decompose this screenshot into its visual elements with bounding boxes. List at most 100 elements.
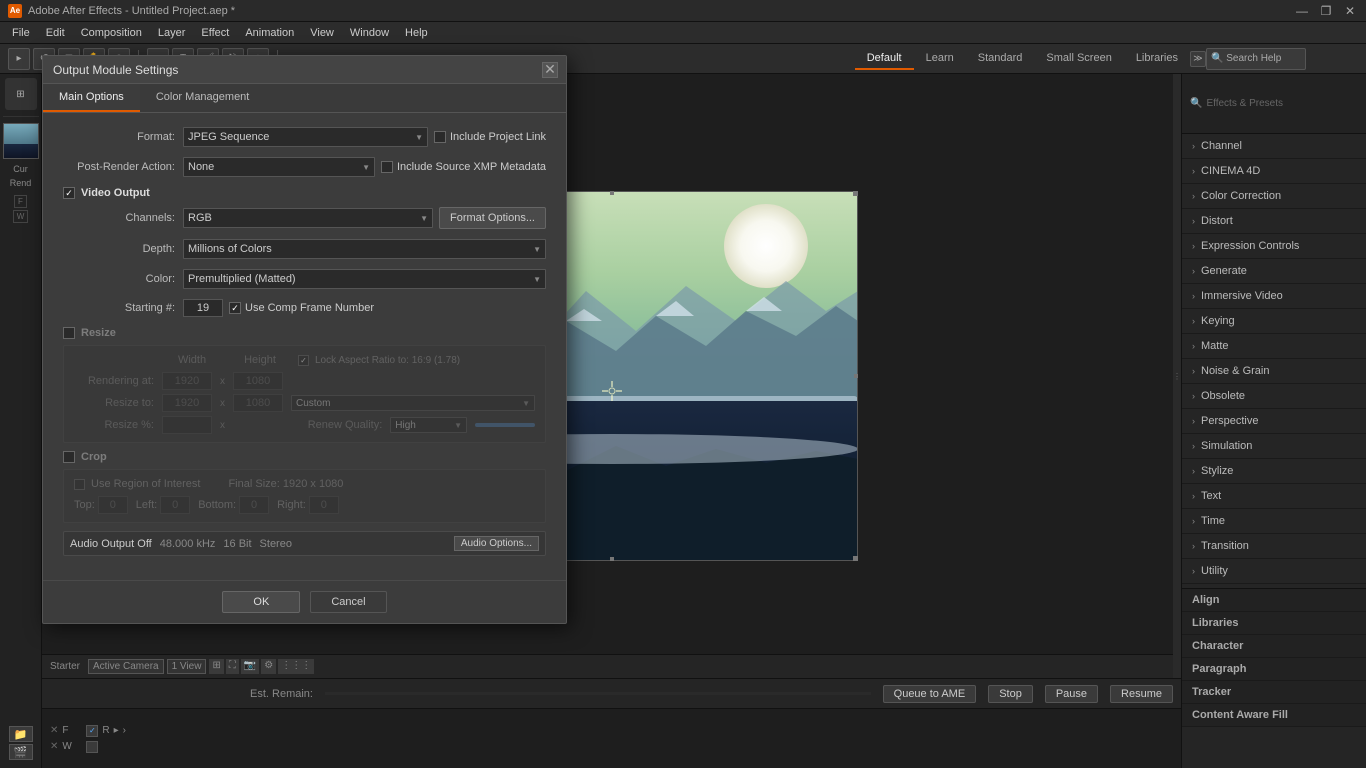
pause-btn[interactable]: Pause bbox=[1045, 685, 1098, 703]
rendering-h-input[interactable] bbox=[233, 372, 283, 390]
more-icon[interactable]: ⋮⋮⋮ bbox=[278, 659, 314, 674]
workspace-more-btn[interactable]: ≫ bbox=[1190, 51, 1206, 67]
menu-layer[interactable]: Layer bbox=[150, 25, 194, 41]
resize-to-h-input[interactable] bbox=[233, 394, 283, 412]
menu-edit[interactable]: Edit bbox=[38, 25, 73, 41]
starting-hash-input[interactable] bbox=[183, 299, 223, 317]
section-content-aware[interactable]: Content Aware Fill bbox=[1182, 704, 1366, 727]
resume-btn[interactable]: Resume bbox=[1110, 685, 1173, 703]
effect-utility[interactable]: › Utility bbox=[1182, 559, 1366, 584]
camera-icon[interactable]: 📷 bbox=[241, 659, 259, 674]
effect-noise[interactable]: › Noise & Grain bbox=[1182, 359, 1366, 384]
depth-select[interactable]: Millions of Colors ▼ bbox=[183, 239, 546, 259]
effect-simulation[interactable]: › Simulation bbox=[1182, 434, 1366, 459]
include-xmp-checkbox[interactable] bbox=[381, 161, 393, 173]
view-btn[interactable]: 1 View bbox=[167, 659, 207, 674]
section-align[interactable]: Align bbox=[1182, 589, 1366, 612]
effect-keying[interactable]: › Keying bbox=[1182, 309, 1366, 334]
tab-small-screen[interactable]: Small Screen bbox=[1034, 48, 1123, 70]
section-character[interactable]: Character bbox=[1182, 635, 1366, 658]
tab-libraries[interactable]: Libraries bbox=[1124, 48, 1190, 70]
project-icon[interactable]: ⊞ bbox=[5, 78, 37, 110]
channels-select[interactable]: RGB ▼ bbox=[183, 208, 433, 228]
queue-to-ame-btn[interactable]: Queue to AME bbox=[883, 685, 977, 703]
window-controls[interactable]: — ❐ ✕ bbox=[1294, 3, 1358, 19]
dialog-close-button[interactable]: ✕ bbox=[542, 62, 558, 78]
menu-view[interactable]: View bbox=[302, 25, 342, 41]
effect-stylize[interactable]: › Stylize bbox=[1182, 459, 1366, 484]
grid-icon[interactable]: ⊞ bbox=[209, 659, 223, 674]
film-icon[interactable]: 🎬 bbox=[9, 744, 33, 760]
rendering-w-input[interactable] bbox=[162, 372, 212, 390]
post-render-select[interactable]: None ▼ bbox=[183, 157, 375, 177]
tab-default[interactable]: Default bbox=[855, 48, 914, 70]
resize-pct-input[interactable] bbox=[162, 416, 212, 434]
effect-perspective[interactable]: › Perspective bbox=[1182, 409, 1366, 434]
effect-distort[interactable]: › Distort bbox=[1182, 209, 1366, 234]
resize-checkbox[interactable] bbox=[63, 327, 75, 339]
section-tracker[interactable]: Tracker bbox=[1182, 681, 1366, 704]
custom-select[interactable]: Custom ▼ bbox=[291, 395, 535, 411]
resize-to-w-input[interactable] bbox=[162, 394, 212, 412]
checkbox-f[interactable]: ✓ bbox=[86, 725, 98, 737]
effect-generate[interactable]: › Generate bbox=[1182, 259, 1366, 284]
effect-text[interactable]: › Text bbox=[1182, 484, 1366, 509]
folder-icon[interactable]: 📁 bbox=[9, 726, 33, 742]
format-options-btn[interactable]: Format Options... bbox=[439, 207, 546, 229]
channels-control: RGB ▼ Format Options... bbox=[183, 207, 546, 229]
crop-checkbox[interactable] bbox=[63, 451, 75, 463]
effect-expression[interactable]: › Expression Controls bbox=[1182, 234, 1366, 259]
color-select[interactable]: Premultiplied (Matted) ▼ bbox=[183, 269, 546, 289]
crop-top-input[interactable] bbox=[98, 496, 128, 514]
video-output-checkbox[interactable]: ✓ bbox=[63, 187, 75, 199]
menu-animation[interactable]: Animation bbox=[237, 25, 302, 41]
effect-channel[interactable]: › Channel bbox=[1182, 134, 1366, 159]
select-tool[interactable]: ▸ bbox=[8, 48, 30, 70]
effect-time[interactable]: › Time bbox=[1182, 509, 1366, 534]
audio-options-btn[interactable]: Audio Options... bbox=[454, 536, 539, 551]
close-button[interactable]: ✕ bbox=[1342, 3, 1358, 19]
tab-color-management[interactable]: Color Management bbox=[140, 84, 266, 112]
minimize-button[interactable]: — bbox=[1294, 3, 1310, 19]
effect-obsolete[interactable]: › Obsolete bbox=[1182, 384, 1366, 409]
ok-button[interactable]: OK bbox=[222, 591, 300, 613]
include-project-link-checkbox[interactable] bbox=[434, 131, 446, 143]
chevron-icon-c4d: › bbox=[1192, 166, 1195, 176]
menu-effect[interactable]: Effect bbox=[193, 25, 237, 41]
timeline-item-f[interactable]: F bbox=[14, 195, 27, 208]
cancel-button[interactable]: Cancel bbox=[310, 591, 386, 613]
checkbox-w[interactable] bbox=[86, 741, 98, 753]
crop-left-input[interactable] bbox=[160, 496, 190, 514]
effect-color-correction[interactable]: › Color Correction bbox=[1182, 184, 1366, 209]
fullscreen-icon[interactable]: ⛶ bbox=[226, 659, 239, 674]
use-comp-frame-checkbox[interactable]: ✓ bbox=[229, 302, 241, 314]
search-btn[interactable]: 🔍 Search Help bbox=[1206, 48, 1306, 70]
effect-transition[interactable]: › Transition bbox=[1182, 534, 1366, 559]
active-camera-btn[interactable]: Active Camera bbox=[88, 659, 164, 674]
effect-cinema4d[interactable]: › CINEMA 4D bbox=[1182, 159, 1366, 184]
section-paragraph[interactable]: Paragraph bbox=[1182, 658, 1366, 681]
project-thumb-1[interactable] bbox=[3, 123, 39, 159]
tab-learn[interactable]: Learn bbox=[914, 48, 966, 70]
format-select[interactable]: JPEG Sequence ▼ bbox=[183, 127, 428, 147]
menu-composition[interactable]: Composition bbox=[73, 25, 150, 41]
use-region-checkbox[interactable] bbox=[74, 479, 85, 490]
render-bar: Est. Remain: Queue to AME Stop Pause Res… bbox=[42, 678, 1181, 708]
settings-icon2[interactable]: ⚙ bbox=[261, 659, 276, 674]
maximize-button[interactable]: ❐ bbox=[1318, 3, 1334, 19]
effect-matte[interactable]: › Matte bbox=[1182, 334, 1366, 359]
tab-standard[interactable]: Standard bbox=[966, 48, 1035, 70]
menu-window[interactable]: Window bbox=[342, 25, 397, 41]
effect-immersive[interactable]: › Immersive Video bbox=[1182, 284, 1366, 309]
timeline-item-w[interactable]: W bbox=[13, 210, 29, 223]
crop-right-input[interactable] bbox=[309, 496, 339, 514]
menu-file[interactable]: File bbox=[4, 25, 38, 41]
menu-help[interactable]: Help bbox=[397, 25, 436, 41]
section-libraries[interactable]: Libraries bbox=[1182, 612, 1366, 635]
quality-select[interactable]: High ▼ bbox=[390, 417, 467, 433]
crop-bottom-input[interactable] bbox=[239, 496, 269, 514]
lock-aspect-checkbox[interactable]: ✓ bbox=[298, 355, 309, 366]
project-panel: ⊞ Cur Rend F W 📁 🎬 bbox=[0, 74, 42, 768]
stop-btn[interactable]: Stop bbox=[988, 685, 1033, 703]
tab-main-options[interactable]: Main Options bbox=[43, 84, 140, 112]
